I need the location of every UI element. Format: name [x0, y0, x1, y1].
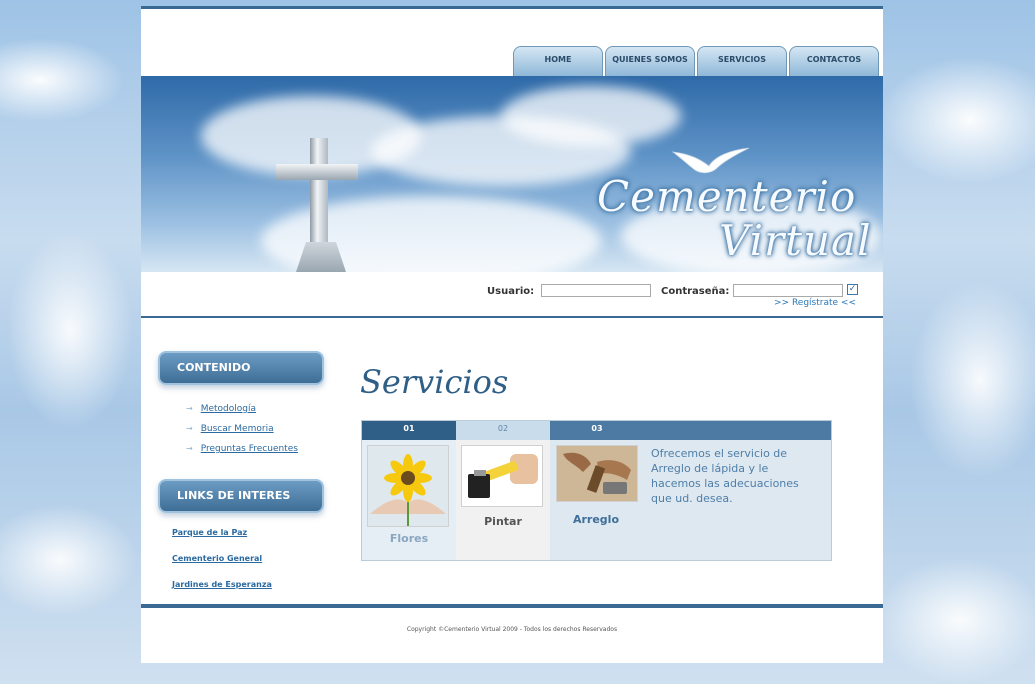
service-item-pintar[interactable]: Pintar [456, 440, 550, 560]
nav-tab-servicios[interactable]: SERVICIOS [697, 46, 787, 76]
usuario-label: Usuario: [487, 286, 535, 297]
tab-02[interactable]: 02 [456, 421, 550, 440]
cross-image [310, 138, 328, 258]
hammer-image [556, 445, 638, 502]
main-nav: HOME QUIENES SOMOS SERVICIOS CONTACTOS [513, 46, 879, 76]
list-item: → Metodología [186, 404, 298, 424]
arrow-icon: → [186, 404, 193, 413]
page-container: HOME QUIENES SOMOS SERVICIOS CONTACTOS C… [141, 6, 883, 663]
flower-image [367, 445, 449, 527]
services-tabs: 01 02 03 [362, 421, 831, 440]
tab-01[interactable]: 01 [362, 421, 456, 440]
nav-tab-contactos[interactable]: CONTACTOS [789, 46, 879, 76]
password-input[interactable] [733, 284, 843, 297]
link-jardines-de-esperanza[interactable]: Jardines de Esperanza [172, 580, 272, 589]
arrow-icon: → [186, 444, 193, 453]
header-banner: Cementerio Virtual [141, 76, 883, 272]
list-item: → Buscar Memoria [186, 424, 298, 444]
link-cementerio-general[interactable]: Cementerio General [172, 554, 262, 563]
usuario-input[interactable] [541, 284, 651, 297]
login-bar: Usuario: Contraseña: ✓ >> Regístrate << [141, 272, 883, 316]
register-link[interactable]: >> Regístrate << [774, 298, 856, 308]
links-interes-header: LINKS DE INTERES [158, 479, 324, 513]
service-description: Ofrecemos el servicio de Arreglo de lápi… [651, 447, 799, 505]
service-item-flores[interactable]: Flores [362, 440, 456, 560]
divider [141, 316, 883, 318]
footer-border [141, 604, 883, 608]
contenido-header: CONTENIDO [158, 351, 324, 385]
footer-copyright: Copyright ©Cementerio Virtual 2009 - Tod… [406, 626, 618, 633]
cross-arm [276, 164, 358, 180]
logo-line2: Virtual [719, 216, 872, 265]
nav-tab-quienes-somos[interactable]: QUIENES SOMOS [605, 46, 695, 76]
link-metodologia[interactable]: Metodología [201, 404, 256, 414]
caption-pintar: Pintar [484, 515, 522, 528]
link-parque-de-la-paz[interactable]: Parque de la Paz [172, 528, 247, 537]
paintbrush-image [461, 445, 543, 507]
list-item: → Preguntas Frecuentes [186, 444, 298, 464]
logo-line1: Cementerio [597, 172, 857, 221]
top-border [141, 6, 883, 9]
caption-flores: Flores [389, 532, 429, 545]
nav-tab-home[interactable]: HOME [513, 46, 603, 76]
password-label: Contraseña: [661, 286, 730, 297]
arrow-icon: → [186, 424, 193, 433]
check-icon[interactable]: ✓ [847, 284, 858, 295]
page-title: Servicios [360, 363, 509, 401]
tab-03[interactable]: 03 [550, 421, 644, 440]
link-preguntas-frecuentes[interactable]: Preguntas Frecuentes [201, 444, 298, 454]
contenido-list: → Metodología → Buscar Memoria → Preguntas … [186, 404, 298, 464]
cloud [501, 86, 681, 146]
caption-arreglo: Arreglo [572, 513, 620, 526]
services-panel: 01 02 03 Flores Pintar Arreglo Ofrecemos… [361, 420, 832, 561]
link-buscar-memoria[interactable]: Buscar Memoria [201, 424, 274, 434]
